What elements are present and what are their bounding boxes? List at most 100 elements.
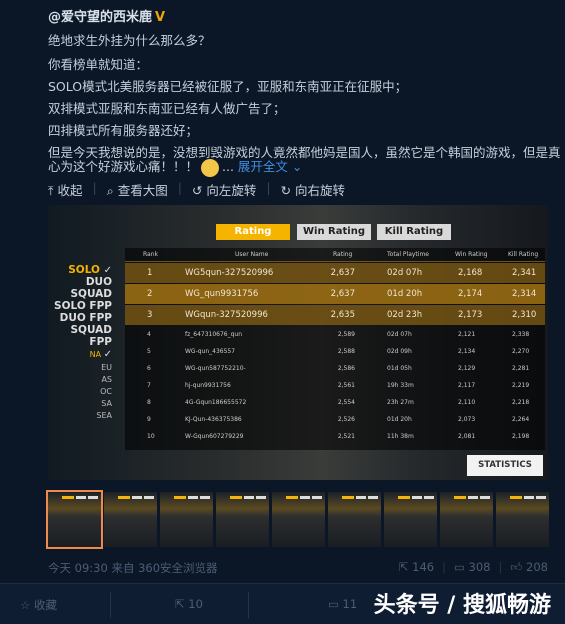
table-cell: 02d 09h	[387, 348, 412, 355]
table-row: 4 fz_647310676_qun 2,589 02d 07h 2,121 2,338	[125, 327, 545, 343]
leaderboard-table: Rank User Name Rating Total Playtime Win…	[125, 248, 545, 450]
table-cell: 2,554	[337, 399, 355, 406]
verified-badge-icon: V	[155, 10, 166, 25]
table-cell: WGqun-327520996	[185, 310, 268, 320]
table-cell: 2,281	[512, 365, 530, 372]
thumbnail[interactable]	[272, 492, 325, 547]
table-cell: 23h 27m	[387, 399, 414, 406]
post-line: 双排模式亚服和东南亚已经有人做广告了；	[48, 101, 286, 116]
thumbnail[interactable]	[160, 492, 213, 547]
table-cell: 2,270	[512, 348, 530, 355]
table-cell: 2,129	[458, 365, 476, 372]
thumbnail[interactable]	[384, 492, 437, 547]
table-cell: KJ-Qun-436375386	[185, 416, 242, 423]
watermark: 头条号 / 搜狐畅游	[373, 593, 551, 618]
thumbnail-strip	[46, 490, 549, 549]
table-cell: 8	[147, 399, 151, 406]
favorite-button[interactable]: ☆ 收藏	[20, 597, 57, 613]
ellipsis: ...	[222, 159, 234, 174]
table-cell: 2,117	[458, 382, 476, 389]
table-row: 6 WG-qun587752210- 2,586 01d 05h 2,129 2,281	[125, 361, 545, 377]
repost-button[interactable]: ⇱ 10	[175, 597, 203, 611]
mode-duo: DUO	[85, 276, 112, 288]
table-cell: 01d 20h	[387, 416, 412, 423]
table-cell: 10	[147, 433, 155, 440]
table-cell: 6	[147, 365, 151, 372]
post-line: 四排模式所有服务器还好；	[48, 123, 199, 138]
thumbnail[interactable]	[216, 492, 269, 547]
thumbnail[interactable]	[46, 490, 103, 549]
mode-duo-fpp: DUO FPP	[59, 312, 112, 324]
table-cell: 2,134	[458, 348, 476, 355]
table-cell: 2,341	[512, 268, 537, 278]
collapse-button[interactable]: ⤒ 收起	[48, 180, 83, 199]
tab-rating: Rating	[216, 224, 290, 240]
image-actions: ⤒ 收起 | ⌕ 查看大图 | ↺ 向左旋转 | ↻ 向右旋转	[48, 180, 346, 199]
thumbnail[interactable]	[496, 492, 549, 547]
table-cell: 2,526	[337, 416, 355, 423]
table-cell: 2,589	[337, 331, 355, 338]
mode-solo-fpp: SOLO FPP	[54, 300, 112, 312]
table-row: 2 WG_qun9931756 2,637 01d 20h 2,174 2,314	[125, 284, 545, 304]
table-cell: 2,314	[512, 289, 537, 299]
region-na: NA ✓	[89, 349, 112, 360]
table-cell: 2,121	[458, 331, 476, 338]
table-cell: 2,561	[337, 382, 355, 389]
region-sea: SEA	[96, 411, 112, 420]
post-line: 你看榜单就知道：	[48, 57, 149, 72]
table-cell: 2,174	[458, 289, 483, 299]
table-cell: WG-qun_436557	[185, 348, 236, 355]
statistics-button: STATISTICS	[467, 455, 543, 476]
comment-button[interactable]: ▭ 11	[328, 597, 357, 611]
thumbnail[interactable]	[328, 492, 381, 547]
leaderboard-image[interactable]: Rating Win Rating Kill Rating SOLO ✓ DUO…	[48, 205, 548, 480]
check-icon: ✓	[103, 265, 112, 276]
table-cell: 2,081	[458, 433, 476, 440]
comment-count[interactable]: ▭ 308	[454, 560, 490, 575]
table-cell: 4G-Gqun186655572	[185, 399, 247, 406]
table-cell: 2,338	[512, 331, 530, 338]
post-line: 绝地求生外挂为什么那么多？	[48, 33, 211, 48]
table-cell: 2,219	[512, 382, 530, 389]
table-cell: 2,198	[512, 433, 530, 440]
table-cell: 2,521	[337, 433, 355, 440]
post-line: 心为这个好游戏心痛！！！	[48, 159, 199, 174]
table-row: 9 KJ-Qun-436375386 2,526 01d 20h 2,073 2,264	[125, 412, 545, 428]
table-cell: 2,586	[337, 365, 355, 372]
table-cell: 19h 33m	[387, 382, 414, 389]
table-row: 7 hj-qun9931756 2,561 19h 33m 2,117 2,219	[125, 378, 545, 394]
table-row: 5 WG-qun_436557 2,588 02d 09h 2,134 2,270	[125, 344, 545, 360]
post-meta: 今天 09:30 来自 360安全浏览器	[48, 561, 218, 575]
table-cell: 4	[147, 331, 151, 338]
table-cell: 2,218	[512, 399, 530, 406]
table-cell: 2	[147, 289, 153, 299]
table-cell: 01d 05h	[387, 365, 412, 372]
repost-count[interactable]: ⇱ 146	[399, 560, 434, 575]
thumbnail[interactable]	[104, 492, 157, 547]
author-link[interactable]: @爱守望的西米鹿	[48, 10, 152, 25]
expand-full-text-link[interactable]: 展开全文 ⌄	[238, 159, 302, 174]
table-cell: 2,073	[458, 416, 476, 423]
table-cell: WG_qun9931756	[185, 289, 259, 299]
author-name[interactable]: @爱守望的西米鹿 V	[48, 6, 165, 25]
mode-squad: SQUAD	[70, 288, 112, 300]
table-row: 1 WG5qun-327520996 2,637 02d 07h 2,168 2,341	[125, 263, 545, 283]
check-icon: ✓	[103, 349, 112, 360]
table-cell: 2,637	[330, 289, 355, 299]
region-sa: SA	[101, 399, 112, 408]
table-row: 8 4G-Gqun186655572 2,554 23h 27m 2,110 2,218	[125, 395, 545, 411]
table-cell: 2,588	[337, 348, 355, 355]
rotate-left-button[interactable]: ↺ 向左旋转	[192, 180, 256, 199]
table-cell: hj-qun9931756	[185, 382, 231, 389]
thumbnail[interactable]	[440, 492, 493, 547]
region-oc: OC	[100, 387, 112, 396]
view-large-button[interactable]: ⌕ 查看大图	[107, 180, 168, 199]
table-cell: 02d 07h	[387, 331, 412, 338]
table-cell: 7	[147, 382, 151, 389]
tab-kill-rating: Kill Rating	[377, 224, 451, 240]
like-count[interactable]: 👍︎ 208	[510, 560, 548, 575]
table-cell: 5	[147, 348, 151, 355]
table-row: 3 WGqun-327520996 2,635 02d 23h 2,173 2,310	[125, 305, 545, 325]
rotate-right-button[interactable]: ↻ 向右旋转	[281, 180, 345, 199]
table-cell: 01d 20h	[387, 289, 423, 299]
